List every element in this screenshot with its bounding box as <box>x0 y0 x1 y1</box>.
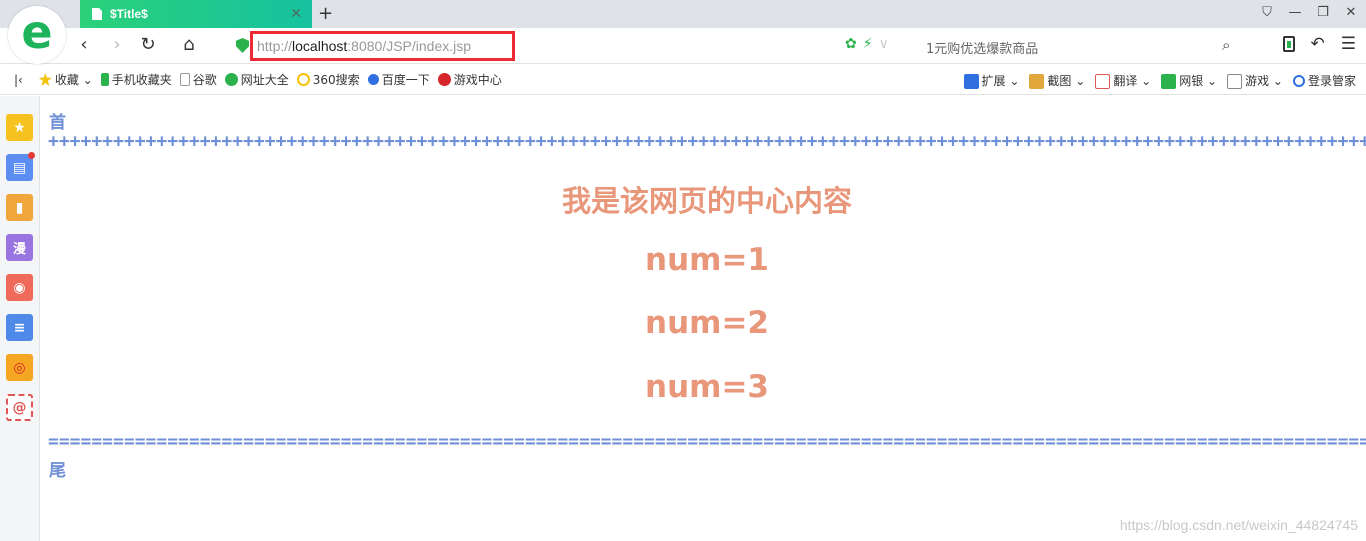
sidebar-toggle-icon[interactable]: |‹ <box>14 73 23 87</box>
forward-button[interactable]: › <box>106 34 128 56</box>
url-highlight-box <box>250 31 515 61</box>
extension-icon <box>963 73 979 89</box>
page-footer-text: 尾 <box>49 461 66 481</box>
game-controller-icon[interactable]: ◉ <box>6 274 33 301</box>
url-action-icons: ✿ ⚡ ∨ <box>845 36 889 52</box>
address-bar[interactable]: http://localhost:8080/JSP/index.jsp ✿ ⚡ … <box>230 31 1240 61</box>
refresh-button[interactable]: ↻ <box>137 34 159 56</box>
bookmark-site-directory[interactable]: 网址大全 <box>224 71 289 88</box>
star-icon <box>38 73 52 86</box>
baidu-paw-icon <box>367 74 379 85</box>
title-bar: $Title$ ✕ + ⛉ — ❐ ✕ <box>0 0 1366 28</box>
num-line-2: num=2 <box>645 305 769 341</box>
phone-icon <box>100 73 109 86</box>
back-button[interactable]: ‹ <box>73 34 95 56</box>
translate-button[interactable]: 翻译 ⌄ <box>1095 72 1151 89</box>
nav-right-tools: ↶ ☰ <box>1282 34 1356 54</box>
home-button[interactable]: ⌂ <box>178 34 200 56</box>
skin-shirt-icon[interactable]: ⛉ <box>1260 5 1274 20</box>
close-window-icon[interactable]: ✕ <box>1344 5 1358 20</box>
watermark: https://blog.csdn.net/weixin_44824745 <box>1119 517 1358 533</box>
mail-at-icon[interactable]: @ <box>6 394 33 421</box>
login-search-icon <box>1292 75 1305 87</box>
minimize-icon[interactable]: — <box>1288 5 1302 20</box>
browser-logo[interactable]: e <box>8 6 66 64</box>
extensions-button[interactable]: 扩展 ⌄ <box>963 72 1019 89</box>
notification-dot <box>28 152 35 159</box>
document-icon[interactable]: ≡ <box>6 314 33 341</box>
page-header-text: 首 <box>49 113 66 133</box>
e-logo-icon: e <box>21 5 53 59</box>
favorites-star-icon[interactable]: ★ <box>6 114 33 141</box>
page-icon <box>179 73 190 86</box>
document-icon <box>92 8 102 20</box>
login-manager-button[interactable]: 登录管家 <box>1292 72 1356 89</box>
clipboard-icon[interactable] <box>1282 36 1295 52</box>
game-center-icon <box>437 73 451 86</box>
tab-active[interactable]: $Title$ ✕ <box>80 0 312 28</box>
news-icon[interactable]: ▤ <box>6 152 35 181</box>
undo-icon[interactable]: ↶ <box>1311 34 1325 54</box>
new-tab-button[interactable]: + <box>318 3 333 24</box>
equals-divider: ========================================… <box>48 431 1366 452</box>
gamepad-icon <box>1227 73 1243 89</box>
globe-icon <box>224 73 238 86</box>
num-line-3: num=3 <box>645 369 769 405</box>
bookmark-baidu[interactable]: 百度一下 <box>367 71 430 88</box>
bookmarks-bar: |‹ 收藏 ⌄ 手机收藏夹 谷歌 网址大全 360搜索 百度一下 游戏中心 扩展… <box>0 65 1366 95</box>
bookmark-favorites[interactable]: 收藏 ⌄ <box>38 71 93 88</box>
left-sidebar: ★ ▤ ▮ 漫 ◉ ≡ ◎ @ <box>0 96 40 541</box>
speed-mode-icon[interactable]: ⚡ <box>863 36 873 52</box>
navigation-bar: ‹ › ↻ ⌂ http://localhost:8080/JSP/index.… <box>0 28 1366 64</box>
bookmark-book-icon[interactable]: ▮ <box>6 194 33 221</box>
maximize-icon[interactable]: ❐ <box>1316 5 1330 20</box>
search-360-icon <box>296 73 310 86</box>
online-banking-button[interactable]: 网银 ⌄ <box>1161 72 1217 89</box>
plus-divider: ++++++++++++++++++++++++++++++++++++++++… <box>48 131 1366 152</box>
center-content-title: 我是该网页的中心内容 <box>561 184 852 218</box>
manga-icon[interactable]: 漫 <box>6 234 33 261</box>
bookmark-360-search[interactable]: 360搜索 <box>296 71 360 88</box>
tab-close-icon[interactable]: ✕ <box>290 6 302 22</box>
security-shield-icon <box>236 38 249 53</box>
bookmarks-right-tools: 扩展 ⌄ 截图 ⌄ 翻译 ⌄ 网银 ⌄ 游戏 ⌄ 登录管家 <box>963 65 1356 95</box>
menu-icon[interactable]: ☰ <box>1341 34 1356 54</box>
num-line-1: num=1 <box>645 242 769 278</box>
translate-icon <box>1095 73 1111 89</box>
compat-mode-icon[interactable]: ✿ <box>845 36 857 52</box>
bank-shield-icon <box>1161 73 1177 89</box>
page-content: 首 ++++++++++++++++++++++++++++++++++++++… <box>48 96 1366 541</box>
bookmark-game-center[interactable]: 游戏中心 <box>437 71 502 88</box>
search-icon[interactable]: ⌕ <box>1222 36 1230 54</box>
bookmark-phone-favorites[interactable]: 手机收藏夹 <box>100 71 172 88</box>
window-controls: ⛉ — ❐ ✕ <box>1260 5 1358 20</box>
tab-title: $Title$ <box>110 7 148 21</box>
promo-text[interactable]: 1元购优选爆款商品 <box>926 38 1038 57</box>
screenshot-button[interactable]: 截图 ⌄ <box>1029 72 1085 89</box>
screenshot-icon <box>1029 73 1045 89</box>
weibo-icon[interactable]: ◎ <box>6 354 33 381</box>
games-button[interactable]: 游戏 ⌄ <box>1227 72 1283 89</box>
url-dropdown-icon[interactable]: ∨ <box>879 36 889 52</box>
bookmark-google[interactable]: 谷歌 <box>179 71 217 88</box>
